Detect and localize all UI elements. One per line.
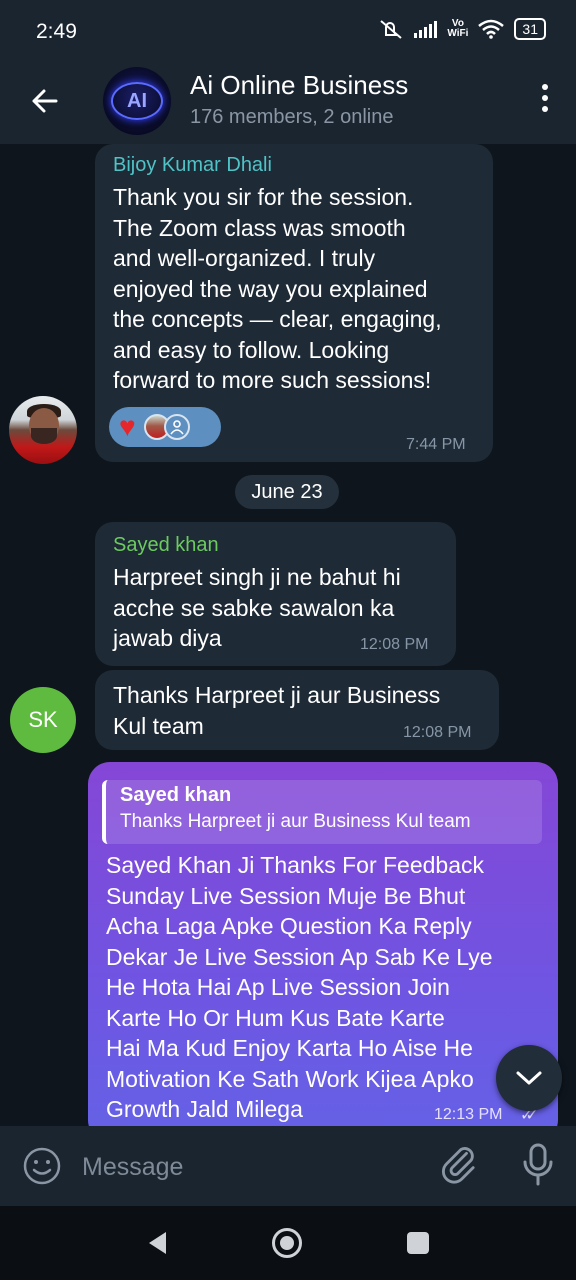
scroll-down-button[interactable] [496,1045,562,1111]
reply-text: Thanks Harpreet ji aur Business Kul team [120,811,471,832]
back-button[interactable] [26,82,64,120]
status-time: 2:49 [36,20,77,43]
triangle-back-icon [149,1232,166,1254]
vowifi-icon: Vo WiFi [447,19,468,39]
message-bubble[interactable]: Thanks Harpreet ji aur Business Kul team… [95,670,499,750]
message-time: 12:13 PM [434,1106,503,1123]
nav-back-button[interactable] [146,1230,168,1261]
date-separator: June 23 [235,475,339,509]
message-bubble[interactable]: Sayed khan Harpreet singh ji ne bahut hi… [95,522,456,666]
message-time: 12:08 PM [360,636,429,653]
mute-icon [380,20,403,39]
sender-avatar[interactable]: SK [10,687,76,753]
user-icon [163,414,190,440]
paperclip-icon [441,1147,475,1184]
message-text: Sayed Khan Ji Thanks For Feedback Sunday… [106,852,493,1122]
signal-icon [414,20,438,38]
system-nav-bar [0,1206,576,1280]
message-time: 12:08 PM [403,724,472,741]
arrow-left-icon [32,89,58,113]
chat-header: AI Ai Online Business 176 members, 2 onl… [0,62,576,144]
wifi-icon [478,19,505,39]
attach-button[interactable] [440,1144,482,1186]
status-bar: 2:49 Vo WiFi 31 [0,0,576,62]
more-menu-button[interactable] [540,84,550,116]
message-composer [0,1126,576,1206]
sender-avatar[interactable] [9,396,77,464]
group-avatar[interactable]: AI [103,67,171,135]
reactions-bar[interactable]: ♥ [109,407,221,447]
nav-home-button[interactable] [272,1228,302,1258]
emoji-icon [23,1147,61,1185]
mic-button[interactable] [520,1142,556,1188]
message-time: 7:44 PM [406,436,466,453]
sender-name[interactable]: Bijoy Kumar Dhali [113,154,272,177]
group-avatar-logo: AI [111,82,163,120]
microphone-icon [523,1143,553,1186]
chevron-down-icon [516,1071,542,1085]
message-bubble[interactable]: Bijoy Kumar Dhali Thank you sir for the … [95,144,493,462]
more-vertical-icon [540,84,550,112]
chat-subtitle: 176 members, 2 online [190,106,394,128]
nav-recents-button[interactable] [407,1232,429,1254]
message-input[interactable] [80,1146,414,1188]
status-icons: Vo WiFi 31 [378,18,546,40]
home-circle-icon [280,1236,294,1250]
chat-title[interactable]: Ai Online Business [190,70,408,101]
emoji-button[interactable] [22,1146,62,1186]
vowifi-bottom-label: WiFi [447,28,469,39]
chat-area[interactable]: Bijoy Kumar Dhali Thank you sir for the … [0,144,576,1126]
heart-icon: ♥ [119,411,136,442]
battery-icon: 31 [514,18,546,40]
message-text: Thank you sir for the session. The Zoom … [113,184,442,393]
reply-sender-name: Sayed khan [120,784,232,806]
reply-quote[interactable]: Sayed khan Thanks Harpreet ji aur Busine… [102,780,542,844]
own-message-bubble[interactable]: Sayed khan Thanks Harpreet ji aur Busine… [88,762,558,1126]
sender-name[interactable]: Sayed khan [113,534,219,557]
